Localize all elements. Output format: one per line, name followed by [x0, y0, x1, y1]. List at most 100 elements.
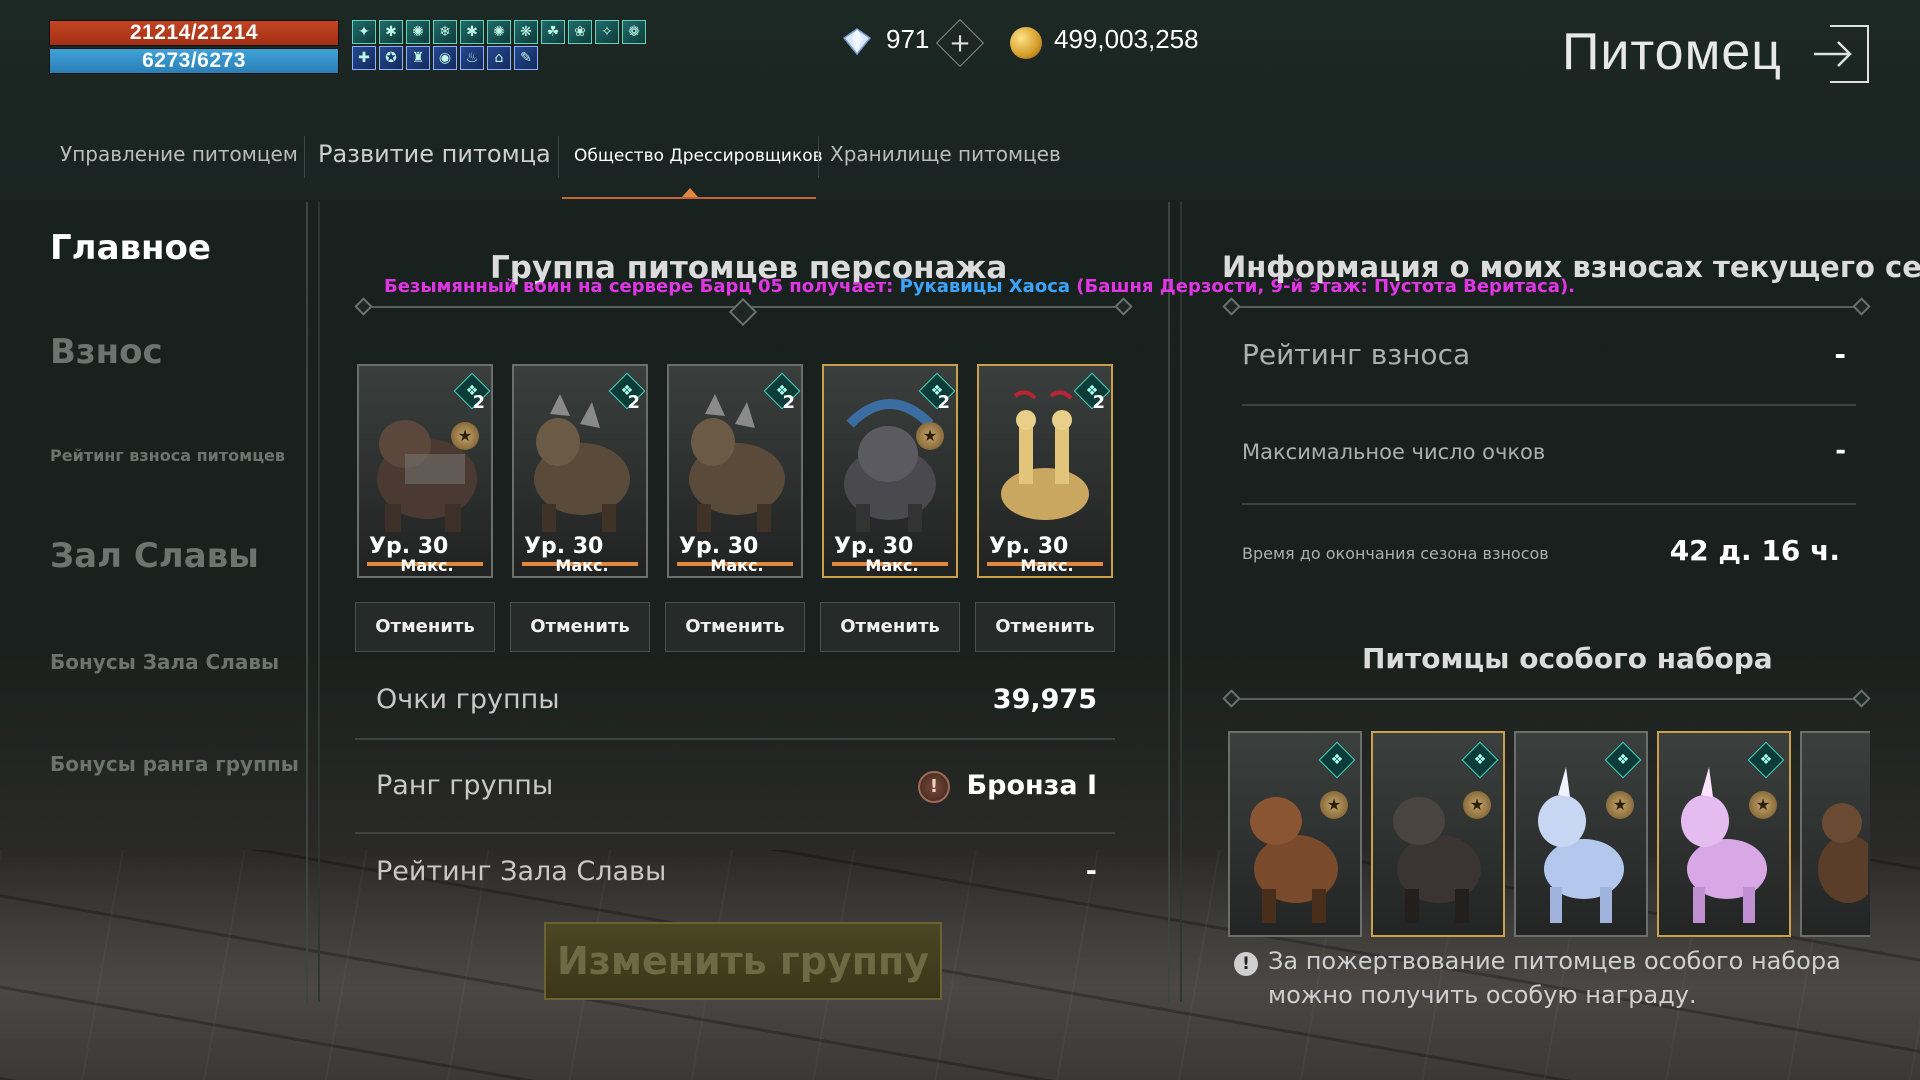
pet-bear-cub-image: [1818, 803, 1868, 903]
tab-separator: [304, 136, 305, 178]
sidebar-item-main[interactable]: Главное: [50, 228, 211, 268]
pet-card[interactable]: ❖ 2 Ур. 30 Макс.: [512, 364, 648, 578]
buff-icon[interactable]: ✧: [595, 20, 619, 44]
buff-icon[interactable]: ✱: [460, 20, 484, 44]
pet-card[interactable]: ❖ 2 ★ Ур. 30 Макс.: [357, 364, 493, 578]
group-points-value: 39,975: [992, 684, 1097, 715]
pet-bison-feathered-image: [844, 399, 936, 532]
diamond-count: 971: [886, 24, 930, 54]
special-set-info: За пожертвование питомцев особого набора…: [1268, 947, 1841, 1009]
announcement-prefix: Безымянный воин на сервере Барц 05 получ…: [384, 276, 900, 297]
tab-pet-storage[interactable]: Хранилище питомцев: [830, 142, 1061, 166]
diamond-icon: [842, 28, 872, 56]
special-pet-card[interactable]: ❖ ★: [1657, 731, 1791, 937]
pet-twin-birds-image: [1001, 390, 1089, 520]
star-icon: ★: [1606, 791, 1634, 819]
announcement-item: Рукавицы Хаоса: [899, 276, 1071, 297]
cancel-pet-button[interactable]: Отменить: [820, 602, 960, 652]
buff-icon[interactable]: ✱: [379, 20, 403, 44]
buff-icon[interactable]: ✺: [406, 20, 430, 44]
star-icon: ★: [1463, 791, 1491, 819]
pet-tiger-armored-image: [534, 394, 630, 532]
cancel-pet-button[interactable]: Отменить: [355, 602, 495, 652]
buff-icon[interactable]: ✪: [379, 46, 403, 70]
sidebar-item-hall-bonuses[interactable]: Бонусы Зала Славы: [50, 650, 279, 674]
pet-card[interactable]: ❖ 2 ★ Ур. 30 Макс.: [822, 364, 958, 578]
group-rank-label: Ранг группы: [376, 770, 554, 801]
buff-icon[interactable]: ☘: [541, 20, 565, 44]
cancel-pet-button[interactable]: Отменить: [665, 602, 805, 652]
buff-icon[interactable]: ❀: [568, 20, 592, 44]
tab-pet-management[interactable]: Управление питомцем: [60, 142, 298, 166]
pet-highland-calf-brown-image: [1250, 797, 1338, 923]
row-divider: [1242, 404, 1856, 406]
pet-count: 2: [1092, 392, 1105, 413]
exit-icon[interactable]: [1810, 22, 1870, 86]
change-group-button[interactable]: Изменить группу: [544, 922, 942, 1000]
section-divider: [1232, 698, 1862, 700]
buff-icon[interactable]: ❄: [433, 20, 457, 44]
pet-count: 2: [782, 392, 795, 413]
buff-icon[interactable]: ❁: [622, 20, 646, 44]
pet-count: 2: [627, 392, 640, 413]
star-icon: ★: [1749, 791, 1777, 819]
buff-icon[interactable]: ✺: [487, 20, 511, 44]
pet-count: 2: [472, 392, 485, 413]
buff-icon[interactable]: ✚: [352, 46, 376, 70]
sidebar-item-contribution[interactable]: Взнос: [50, 332, 163, 372]
row-divider: [1242, 503, 1856, 505]
tab-separator: [818, 136, 819, 178]
panel-border: [1180, 202, 1182, 1002]
active-tab-caret: [682, 188, 698, 197]
sidebar-item-group-rank-bonuses[interactable]: Бонусы ранга группы: [50, 752, 299, 776]
contribution-rating-label: Рейтинг взноса: [1242, 338, 1471, 371]
page-title: Питомец: [1562, 23, 1783, 81]
divider-ornament: [1114, 297, 1133, 316]
contribution-rating-value: -: [1834, 338, 1846, 371]
section-divider: [1232, 306, 1862, 308]
divider-ornament: [354, 297, 373, 316]
sidebar-item-hall-of-fame[interactable]: Зал Славы: [50, 536, 259, 576]
buff-icon[interactable]: ◉: [433, 46, 457, 70]
buff-icon[interactable]: ♨: [460, 46, 484, 70]
hall-rating-label: Рейтинг Зала Славы: [376, 856, 667, 887]
special-pet-card[interactable]: ❖ ★: [1371, 731, 1505, 937]
season-time-value: 42 д. 16 ч.: [1669, 534, 1840, 567]
divider-ornament: [1222, 297, 1241, 316]
group-rank-value: Бронза I: [966, 770, 1097, 801]
gold-coin-icon: [1010, 27, 1042, 59]
star-icon: ★: [1320, 791, 1348, 819]
pet-max-label: Макс.: [400, 556, 454, 575]
special-pet-card[interactable]: [1800, 731, 1870, 937]
tab-pet-development[interactable]: Развитие питомца: [318, 140, 551, 168]
buff-icon[interactable]: ⌂: [487, 46, 511, 70]
special-pet-card[interactable]: ❖ ★: [1514, 731, 1648, 937]
max-points-label: Максимальное число очков: [1242, 440, 1546, 464]
pet-max-label: Макс.: [1020, 556, 1074, 575]
buff-icon[interactable]: ♜: [406, 46, 430, 70]
special-pet-card[interactable]: ❖ ★: [1228, 731, 1362, 937]
group-points-label: Очки группы: [376, 684, 560, 715]
tab-trainers-society[interactable]: Общество Дрессировщиков: [574, 146, 823, 166]
sidebar-item-contribution-rating[interactable]: Рейтинг взноса питомцев: [50, 446, 285, 465]
active-tab-underline: [562, 197, 816, 199]
divider-ornament: [728, 297, 758, 327]
buff-icon[interactable]: ✦: [352, 20, 376, 44]
star-icon: ★: [451, 422, 479, 450]
buff-icon[interactable]: ✎: [514, 46, 538, 70]
cancel-pet-button[interactable]: Отменить: [510, 602, 650, 652]
special-set-title: Питомцы особого набора: [1362, 642, 1773, 675]
star-icon: ★: [916, 422, 944, 450]
cancel-pet-button[interactable]: Отменить: [975, 602, 1115, 652]
divider-ornament: [1852, 689, 1871, 708]
pet-card[interactable]: ❖ 2 Ур. 30 Макс.: [977, 364, 1113, 578]
tab-separator: [558, 136, 559, 178]
season-title: Информация о моих взносах текущего сезон…: [1222, 250, 1920, 284]
panel-border: [1168, 202, 1170, 1002]
mp-bar: 6273/6273: [49, 48, 339, 74]
pet-highland-calf-black-image: [1393, 797, 1481, 923]
pet-card[interactable]: ❖ 2 Ур. 30 Макс.: [667, 364, 803, 578]
panel-border: [318, 202, 320, 1002]
buff-list: ✦ ✱ ✺ ❄ ✱ ✺ ❋ ☘ ❀ ✧ ❁ ✚ ✪ ♜ ◉ ♨ ⌂ ✎: [352, 20, 649, 72]
buff-icon[interactable]: ❋: [514, 20, 538, 44]
